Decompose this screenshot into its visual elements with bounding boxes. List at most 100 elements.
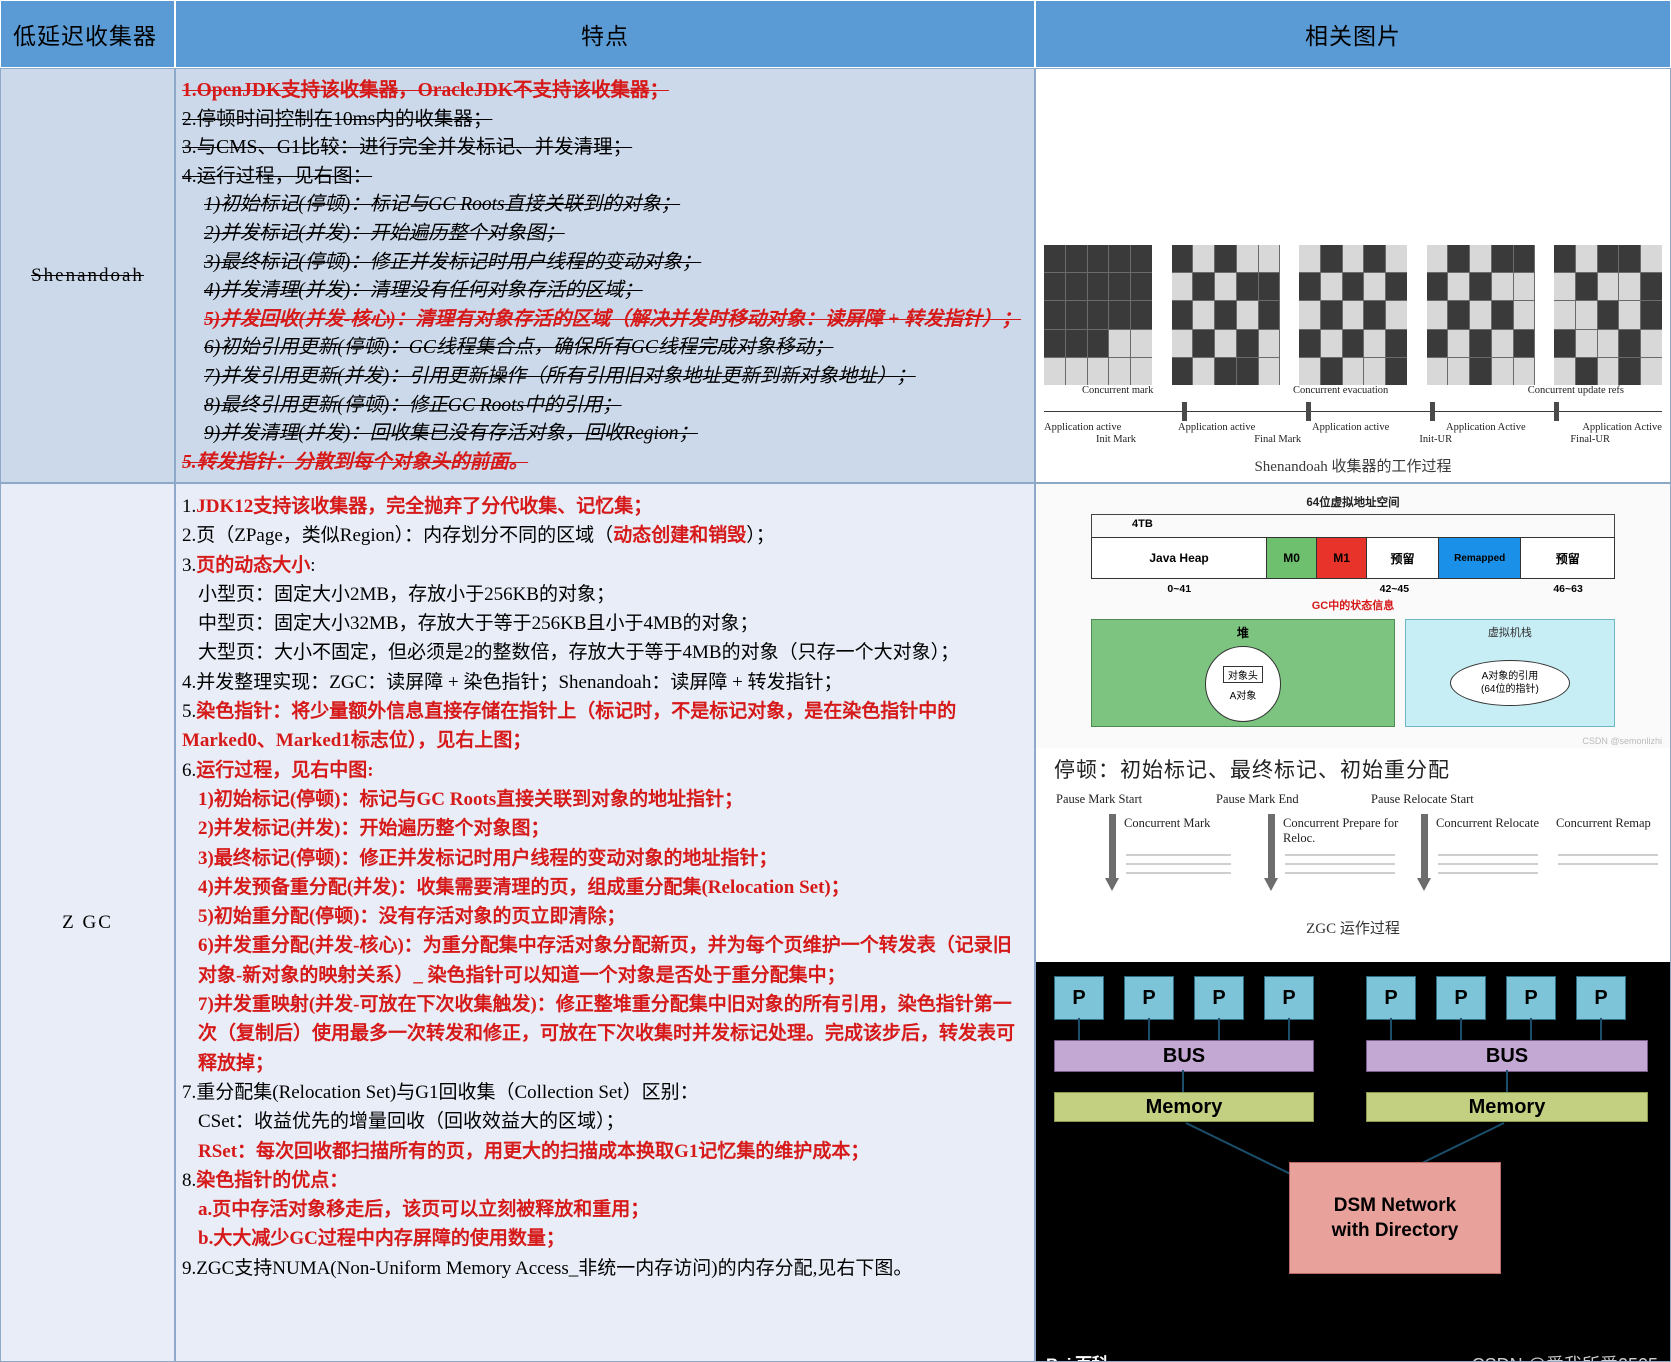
table-header-collector: 低延迟收集器 [0, 0, 175, 68]
heap-block-5 [1554, 245, 1662, 385]
concurrent-dash [1126, 872, 1231, 874]
concurrent-dash [1285, 863, 1395, 865]
pause-label: Pause Relocate Start [1371, 792, 1474, 806]
feature-line: 8.染色指针的优点： [182, 1169, 349, 1191]
concurrent-label: Concurrent Prepare for Reloc. [1283, 816, 1399, 845]
feature-line: 4.并发整理实现：ZGC：读屏障 + 染色指针；Shenandoah：读屏障 +… [182, 671, 843, 693]
range-label: 42~45 [1379, 583, 1410, 595]
cpu-bus-link [1390, 1018, 1392, 1040]
header-images-label: 相关图片 [1305, 24, 1401, 49]
feature-line: 2)并发标记(并发)：开始遍历整个对象图； [198, 818, 550, 840]
shenandoah-pause-labels: Init Mark Final Mark Init-UR Final-UR [1036, 434, 1670, 445]
bus-bar: BUS [1054, 1040, 1314, 1072]
pause-bar-1 [1109, 814, 1116, 879]
feature-line: 小型页：固定大小2MB，存放小于256KB的对象； [198, 583, 615, 605]
csdn-watermark: CSDN @爱我所爱0505 [1472, 1351, 1658, 1361]
pause-label: Pause Mark Start [1056, 792, 1143, 806]
gc-state-label: GC中的状态信息 [1311, 600, 1395, 612]
feature-line: 9)并发清理(并发)：回收集已没有存活对象，回收Region； [204, 423, 698, 445]
bus-memory-link [1182, 1070, 1184, 1092]
feature-line: 6)并发重分配(并发-核心)：为重分配集中存活对象分配新页，并为每个页维护一个转… [198, 935, 1012, 986]
zgc-pause-note: 停顿：初始标记、最终标记、初始重分配 [1054, 758, 1450, 782]
app-label: Application active [1178, 422, 1256, 433]
app-label: Application active [1312, 422, 1390, 433]
ref-line-2: (64位的指针) [1481, 684, 1539, 695]
object-name-label: A对象 [1229, 691, 1257, 702]
address-segments: Java Heap M0 M1 预留 Remapped 预留 [1091, 537, 1615, 579]
bit-ranges: 0~41 42~45 46~63 [1091, 579, 1615, 595]
feature-line: 3.页的动态大小: [182, 554, 316, 576]
pause-bar-2 [1268, 814, 1275, 879]
shenandoah-image: Concurrent mark Concurrent evacuation Co… [1035, 68, 1671, 483]
cpu-node: P [1124, 976, 1174, 1020]
zgc-label: Z GC [62, 911, 113, 933]
zgc-process-diagram: 停顿：初始标记、最终标记、初始重分配 Pause Mark Start Paus… [1036, 748, 1670, 962]
heap-box: 堆 对象头 A对象 [1091, 619, 1395, 727]
feature-line: 3)最终标记(停顿)：修正并发标记时用户线程的变动对象； [204, 251, 702, 273]
dsm-line-1: DSM Network [1333, 1195, 1457, 1216]
app-label: Application active [1044, 422, 1122, 433]
feature-line: 5)并发回收(并发-核心)：清理有对象存活的区域（解决并发时移动对象：读屏障 +… [204, 308, 1022, 330]
shenandoah-app-labels: Application active Application active Ap… [1036, 422, 1670, 433]
feature-line: 3.与CMS、G1比较：进行完全并发标记、并发清理； [182, 137, 633, 159]
feature-line: 4.运行过程，见右图： [182, 165, 373, 187]
range-label: 0~41 [1167, 583, 1192, 595]
shenandoah-features: 1.OpenJDK支持该收集器，OracleJDK不支持该收集器； 2.停顿时间… [175, 68, 1035, 483]
zgc-features: 1.JDK12支持该收集器，完全抛弃了分代收集、记忆集； 2.页（ZPage，类… [175, 483, 1035, 1362]
zgc-pointer-diagram: 64位虚拟地址空间 4TB Java Heap M0 M1 预留 Remappe… [1036, 484, 1670, 748]
feature-line: 6.运行过程，见右中图: [182, 759, 374, 781]
feature-line: b.大大减少GC过程中内存屏障的使用数量； [198, 1228, 565, 1250]
vm-stack-box: 虚拟机栈 A对象的引用 (64位的指针) [1404, 619, 1615, 727]
pause-arrow-1 [1105, 878, 1119, 891]
concurrent-label: Concurrent Relocate [1436, 816, 1540, 830]
cpu-node: P [1506, 976, 1556, 1020]
feature-line: 大型页：大小不固定，但必须是2的整数倍，存放大于等于4MB的对象（只存一个大对象… [198, 642, 960, 664]
header-features-label: 特点 [581, 24, 629, 49]
concurrent-dash [1285, 854, 1395, 856]
concurrent-dash [1438, 863, 1538, 865]
vm-stack-label: 虚拟机栈 [1487, 627, 1532, 639]
pause-bar-3 [1421, 814, 1428, 879]
baidu-baike-logo: Bai 百科 [1046, 1350, 1109, 1361]
feature-line: 2.停顿时间控制在10ms内的收集器； [182, 108, 493, 130]
feature-line: 5)初始重分配(停顿)：没有存活对象的页立即清除； [198, 906, 626, 928]
feature-line: 2)并发标记(并发)：开始遍历整个对象图； [204, 222, 565, 244]
feature-line: 7)并发引用更新(并发)：引用更新操作（所有引用旧对象地址更新到新对象地址）； [204, 365, 916, 387]
feature-line: 1)初始标记(停顿)：标记与GC Roots直接关联到的对象； [204, 194, 681, 216]
cpu-node: P [1436, 976, 1486, 1020]
feature-line: 1.JDK12支持该收集器，完全抛弃了分代收集、记忆集； [182, 496, 653, 517]
row-name-shenandoah: Shenandoah [0, 68, 175, 483]
timeline-line [1044, 411, 1662, 412]
feature-line: 6)初始引用更新(停顿)：GC线程集合点，确保所有GC线程完成对象移动； [204, 337, 834, 359]
feature-line: RSet：每次回收都扫描所有的页，用更大的扫描成本换取G1记忆集的维护成本； [198, 1140, 870, 1162]
app-label: Application Active [1446, 422, 1526, 433]
concurrent-dash [1558, 863, 1658, 865]
feature-line: 9.ZGC支持NUMA(Non-Uniform Memory Access_非统… [182, 1257, 913, 1279]
cpu-node: P [1194, 976, 1244, 1020]
pointer-diagram-watermark: CSDN @semonlizhi [1582, 736, 1662, 746]
feature-line: 5.转发指针：分散到每个对象头的前面。 [182, 451, 529, 473]
numa-dsm-diagram: P P P P BUS Memory P P P P BUS Memory DS… [1036, 962, 1670, 1361]
concurrent-dash [1558, 854, 1658, 856]
header-collector-label: 低延迟收集器 [13, 24, 157, 49]
concurrent-dash [1126, 854, 1231, 856]
zgc-images: 64位虚拟地址空间 4TB Java Heap M0 M1 预留 Remappe… [1035, 483, 1671, 1362]
feature-line: 7)并发重映射(并发-可放在下次收集触发)：修正整堆重分配集中旧对象的所有引用，… [198, 994, 1016, 1074]
pause-arrow-2 [1264, 878, 1278, 891]
cpu-bus-link [1218, 1018, 1220, 1040]
feature-line: 2.页（ZPage，类似Region）：内存划分不同的区域（动态创建和销毁）； [182, 525, 775, 547]
dsm-network-box: DSM Network with Directory [1289, 1162, 1501, 1274]
feature-line: a.页中存活对象移走后，该页可以立刻被释放和重用； [198, 1199, 650, 1221]
concurrent-dash [1126, 863, 1231, 865]
feature-line: 中型页：固定大小32MB，存放大于等于256KB且小于4MB的对象； [198, 613, 759, 635]
cpu-bus-link [1078, 1018, 1080, 1040]
pause-bar-final-ur [1554, 402, 1559, 421]
pause-label: Final-UR [1570, 434, 1610, 445]
shenandoah-timeline [1044, 402, 1662, 422]
phase-label: Concurrent mark [1082, 385, 1154, 396]
cpu-bus-link [1530, 1018, 1532, 1040]
shenandoah-phase-labels: Concurrent mark Concurrent evacuation Co… [1036, 385, 1670, 396]
virtual-address-space-title: 64位虚拟地址空间 [1306, 497, 1400, 509]
heap-block-2 [1171, 245, 1280, 385]
segment-reserved-2: 预留 [1521, 538, 1614, 578]
